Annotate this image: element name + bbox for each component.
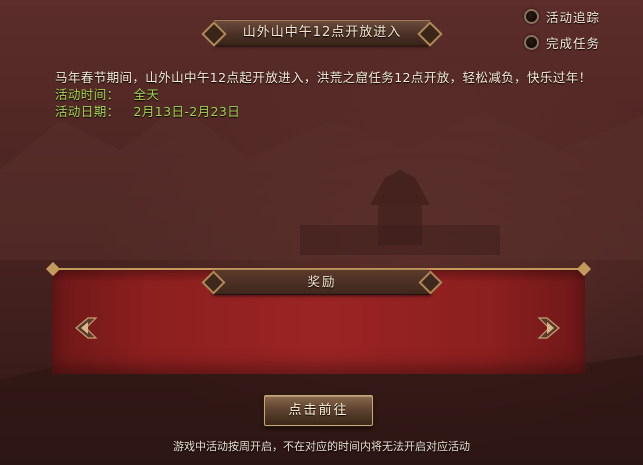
track-event-option[interactable]: 活动追踪 <box>524 6 600 26</box>
scroll-right-button[interactable] <box>537 315 561 341</box>
complete-task-label: 完成任务 <box>546 35 601 51</box>
corner-ornament-icon <box>576 261 592 277</box>
event-date-value: 2月13日-2月23日 <box>133 104 241 119</box>
reward-header: 奖励 <box>213 270 431 295</box>
event-panel: 山外山中午12点开放进入 活动追踪 完成任务 马年春节期间，山外山中午12点起开… <box>0 0 643 465</box>
event-date-line: 活动日期： 2月13日-2月23日 <box>55 103 595 120</box>
event-time-value: 全天 <box>133 87 160 102</box>
arrow-left-icon <box>75 317 98 339</box>
radio-circle-icon[interactable] <box>524 34 539 50</box>
event-time-label: 活动时间： <box>55 87 120 102</box>
complete-task-option[interactable]: 完成任务 <box>524 32 600 52</box>
go-now-label: 点击前往 <box>288 403 349 418</box>
track-event-label: 活动追踪 <box>546 9 601 25</box>
title-plaque: 山外山中午12点开放进入 <box>214 20 430 46</box>
event-time-line: 活动时间： 全天 <box>55 86 595 103</box>
event-date-label: 活动日期： <box>55 104 120 119</box>
scroll-left-button[interactable] <box>74 315 98 341</box>
description-text: 马年春节期间，山外山中午12点起开放进入，洪荒之窟任务12点开放，轻松减负，快乐… <box>55 70 592 85</box>
footnote-text: 游戏中活动按周开启，不在对应的时间内将无法开启对应活动 <box>173 440 470 453</box>
event-description: 马年春节期间，山外山中午12点起开放进入，洪荒之窟任务12点开放，轻松减负，快乐… <box>55 69 595 120</box>
reward-title: 奖励 <box>307 274 337 289</box>
radio-circle-icon[interactable] <box>524 8 539 24</box>
corner-ornament-icon <box>45 261 61 277</box>
page-title: 山外山中午12点开放进入 <box>242 25 402 40</box>
arrow-right-icon <box>537 317 560 339</box>
go-now-button[interactable]: 点击前往 <box>264 395 373 426</box>
